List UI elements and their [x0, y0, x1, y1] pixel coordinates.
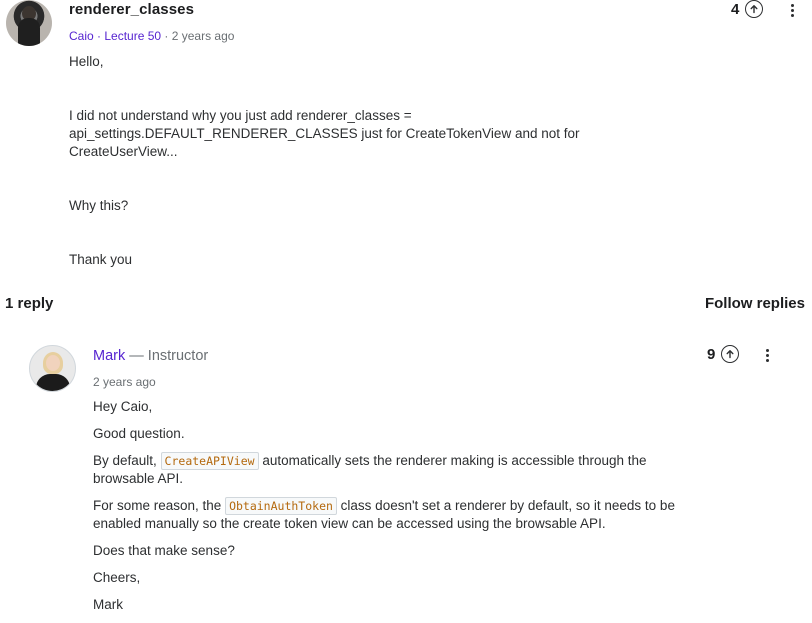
- reply-paragraph: Cheers,: [93, 570, 141, 585]
- body-line: Hello,: [69, 54, 104, 69]
- question-title[interactable]: renderer_classes: [69, 1, 194, 18]
- upvote-count: 9: [707, 345, 716, 363]
- text: By default,: [93, 453, 161, 468]
- reply-paragraph: Good question.: [93, 426, 185, 441]
- reply-signature: Mark: [93, 597, 123, 612]
- body-line: Why this?: [69, 198, 129, 213]
- question-vote: 4: [731, 0, 764, 18]
- reply-count: 1 reply: [5, 295, 54, 312]
- body-spacer: [69, 215, 589, 251]
- reply-paragraph: Does that make sense?: [93, 543, 235, 558]
- upvote-count: 4: [731, 0, 740, 18]
- more-vertical-icon[interactable]: [760, 345, 774, 365]
- avatar-figure: [18, 18, 40, 46]
- meta-separator: ·: [93, 29, 105, 43]
- role-separator: —: [125, 348, 148, 364]
- text: For some reason, the: [93, 498, 226, 513]
- reply-body: Hey Caio, Good question. By default, Cre…: [93, 398, 703, 623]
- reply-paragraph: By default, CreateAPIView automatically …: [93, 452, 703, 488]
- reply-greeting: Hey Caio,: [93, 399, 153, 414]
- reply-vote: 9: [707, 345, 740, 363]
- author-role: Instructor: [147, 348, 209, 364]
- author-link[interactable]: Mark: [93, 348, 125, 364]
- post-time: 2 years ago: [171, 29, 235, 43]
- body-spacer: [69, 161, 589, 197]
- reply-time: 2 years ago: [93, 375, 156, 389]
- body-line: Thank you: [69, 252, 133, 267]
- avatar-face: [46, 355, 60, 371]
- body-line: I did not understand why you just add re…: [69, 108, 580, 159]
- arrow-up-circle-icon[interactable]: [745, 0, 764, 18]
- inline-code: ObtainAuthToken: [225, 497, 337, 515]
- avatar[interactable]: [6, 0, 52, 46]
- reply-paragraph: For some reason, the ObtainAuthToken cla…: [93, 497, 703, 533]
- inline-code: CreateAPIView: [160, 452, 259, 470]
- avatar-shirt: [36, 374, 70, 391]
- arrow-up-circle-icon[interactable]: [721, 345, 740, 363]
- body-spacer: [69, 71, 589, 107]
- lecture-link[interactable]: Lecture 50: [104, 29, 161, 43]
- avatar[interactable]: [29, 345, 76, 392]
- follow-replies-button[interactable]: Follow replies: [705, 295, 805, 312]
- question-body: Hello, I did not understand why you just…: [69, 53, 589, 269]
- question-post: renderer_classes Caio · Lecture 50 · 2 y…: [0, 0, 812, 290]
- author-link[interactable]: Caio: [69, 29, 94, 43]
- meta-separator: ·: [161, 29, 172, 43]
- reply-author: Mark — Instructor: [93, 348, 208, 364]
- question-meta: Caio · Lecture 50 · 2 years ago: [69, 29, 234, 43]
- more-vertical-icon[interactable]: [785, 0, 799, 20]
